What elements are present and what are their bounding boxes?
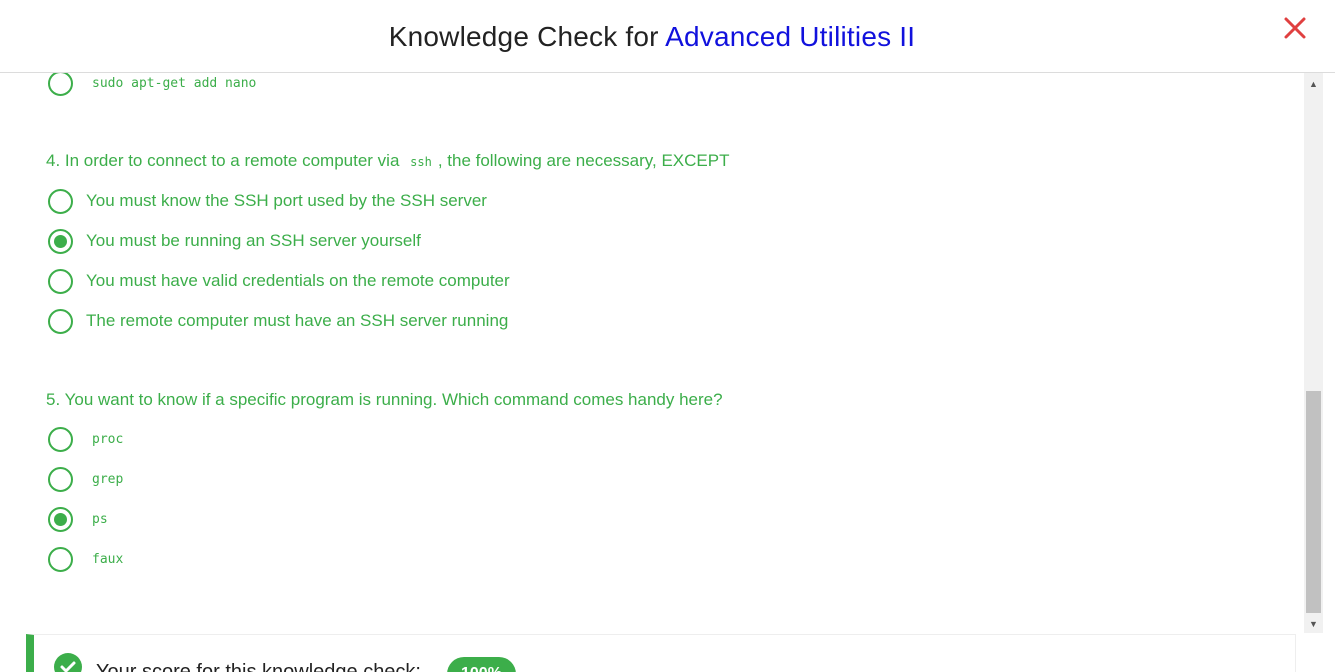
quiz-content: sudo apt-get add nano 4. In order to con… bbox=[0, 73, 1304, 672]
question-4-prefix: 4. In order to connect to a remote compu… bbox=[46, 151, 405, 170]
question-5-option-2[interactable]: grep bbox=[48, 466, 123, 492]
page-title: Knowledge Check for Advanced Utilities I… bbox=[0, 21, 1304, 53]
scrollbar-thumb[interactable] bbox=[1306, 391, 1321, 613]
scroll-up-arrow-icon[interactable]: ▲ bbox=[1304, 75, 1323, 93]
title-course-name: Advanced Utilities II bbox=[665, 21, 916, 52]
close-button[interactable] bbox=[1282, 15, 1308, 41]
question-4-option-2[interactable]: You must be running an SSH server yourse… bbox=[48, 228, 421, 254]
radio-button-selected[interactable] bbox=[48, 228, 73, 254]
score-label: Your score for this knowledge check: bbox=[96, 661, 421, 672]
question-5-option-3[interactable]: ps bbox=[48, 506, 108, 532]
question-5-option-1[interactable]: proc bbox=[48, 426, 123, 452]
question-4-text: 4. In order to connect to a remote compu… bbox=[46, 151, 729, 171]
radio-selected-dot bbox=[54, 234, 67, 248]
question-5-text: 5. You want to know if a specific progra… bbox=[46, 390, 723, 409]
score-panel: Your score for this knowledge check: 100… bbox=[26, 634, 1296, 672]
window-edge bbox=[1323, 73, 1335, 672]
radio-button[interactable] bbox=[48, 73, 73, 96]
vertical-scrollbar[interactable]: ▲ ▼ bbox=[1304, 73, 1323, 633]
option-label: The remote computer must have an SSH ser… bbox=[86, 311, 509, 330]
modal-header: Knowledge Check for Advanced Utilities I… bbox=[0, 0, 1335, 73]
option-label: sudo apt-get add nano bbox=[92, 75, 257, 91]
radio-button[interactable] bbox=[48, 188, 73, 214]
radio-selected-dot bbox=[54, 512, 67, 526]
option-label: You must know the SSH port used by the S… bbox=[86, 191, 487, 210]
radio-button[interactable] bbox=[48, 308, 73, 334]
close-icon bbox=[1284, 17, 1306, 39]
option-label: faux bbox=[92, 551, 124, 567]
option-label: You must have valid credentials on the r… bbox=[86, 271, 510, 290]
check-circle-icon bbox=[54, 653, 82, 672]
radio-button-selected[interactable] bbox=[48, 506, 73, 532]
radio-button[interactable] bbox=[48, 466, 73, 492]
score-badge: 100% bbox=[447, 657, 516, 672]
radio-button[interactable] bbox=[48, 426, 73, 452]
scroll-down-arrow-icon[interactable]: ▼ bbox=[1304, 615, 1323, 633]
question-5-option-4[interactable]: faux bbox=[48, 546, 123, 572]
option-label: You must be running an SSH server yourse… bbox=[86, 231, 421, 250]
question-4-option-4[interactable]: The remote computer must have an SSH ser… bbox=[48, 308, 508, 334]
option-label: grep bbox=[92, 471, 124, 487]
question-4-option-3[interactable]: You must have valid credentials on the r… bbox=[48, 268, 510, 294]
radio-button[interactable] bbox=[48, 546, 73, 572]
question-4-suffix: , the following are necessary, EXCEPT bbox=[437, 151, 730, 170]
question-4-option-1[interactable]: You must know the SSH port used by the S… bbox=[48, 188, 487, 214]
option-label: ps bbox=[92, 511, 108, 527]
option-label: proc bbox=[92, 431, 124, 447]
title-prefix: Knowledge Check for bbox=[388, 21, 666, 52]
previous-question-option[interactable]: sudo apt-get add nano bbox=[48, 73, 256, 96]
question-4-code: ssh bbox=[410, 155, 432, 169]
radio-button[interactable] bbox=[48, 268, 73, 294]
